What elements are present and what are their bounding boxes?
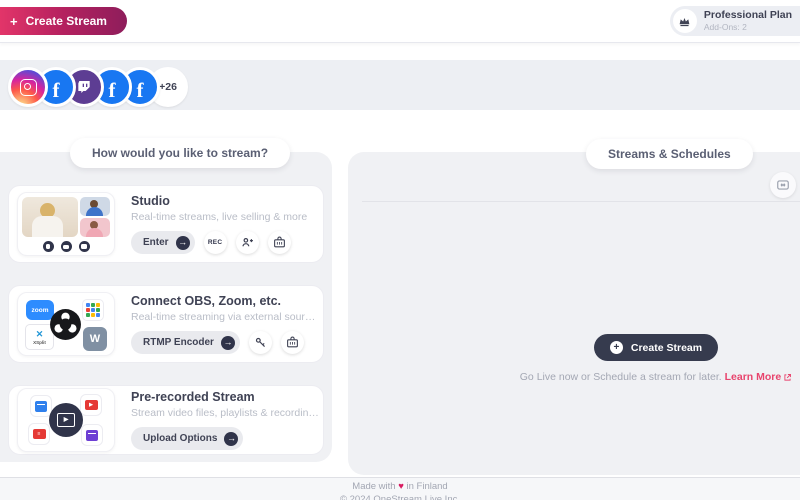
- top-bar: + Create Stream Professional Plan Add-On…: [0, 0, 800, 43]
- enter-studio-button[interactable]: Enter →: [131, 231, 195, 255]
- prerecorded-card[interactable]: ▶ ≡ ▶ Pre-recorded Stream Stream video f…: [8, 385, 324, 455]
- create-stream-button-main[interactable]: + Create Stream: [593, 334, 719, 361]
- plan-addons: Add-Ons: 2: [703, 21, 747, 32]
- connected-accounts: f f f +26: [8, 67, 188, 107]
- social-accounts-band: f f f +26: [0, 60, 800, 110]
- plan-badge[interactable]: Professional Plan Add-Ons: 2: [669, 6, 800, 36]
- rtmp-encoder-button[interactable]: RTMP Encoder →: [131, 331, 240, 355]
- person-add-icon: [241, 238, 253, 247]
- recordings-button[interactable]: REC: [203, 231, 227, 255]
- expand-icon: [777, 180, 789, 190]
- studio-card[interactable]: Studio Real-time streams, live selling &…: [8, 185, 324, 263]
- schedule-encoder-button[interactable]: [280, 331, 304, 355]
- app-grid-icon: [82, 299, 104, 321]
- create-stream-label: Create Stream: [25, 14, 107, 28]
- external-link-icon: [783, 373, 792, 385]
- calendar-purple-icon: [81, 424, 103, 446]
- invite-guest-button[interactable]: [235, 231, 259, 255]
- streams-table-divider: [362, 201, 800, 202]
- studio-subtitle: Real-time streams, live selling & more: [131, 211, 308, 224]
- onestream-dashboard: + Create Stream Professional Plan Add-On…: [0, 0, 800, 500]
- calendar-view-toggle-button[interactable]: [770, 172, 796, 198]
- studio-thumbnail: [17, 192, 115, 256]
- screen-share-icon: [78, 241, 90, 252]
- empty-state-helper: Go Live now or Schedule a stream for lat…: [348, 371, 800, 385]
- plus-circle-icon: +: [609, 341, 623, 354]
- mic-icon: [42, 241, 54, 252]
- studio-title: Studio: [131, 193, 170, 208]
- obs-logo: [49, 308, 82, 346]
- schedule-icon: [287, 336, 298, 348]
- footer-copyright: © 2024 OneStream Live Inc.: [339, 494, 460, 500]
- plan-title: Professional Plan: [703, 9, 792, 22]
- camera-icon: [60, 241, 72, 252]
- arrow-right-circle-icon: →: [224, 431, 239, 446]
- instagram-icon[interactable]: [8, 67, 48, 107]
- arrow-right-circle-icon: →: [175, 235, 190, 250]
- encoder-logos-thumbnail: zoom ✕ XSplit W: [17, 292, 115, 356]
- film-icon: ▶: [49, 403, 83, 437]
- key-icon: [255, 338, 265, 348]
- footer-made-with: Made with ♥ in Finland: [352, 481, 448, 492]
- learn-more-link[interactable]: Learn More: [725, 371, 793, 383]
- encoder-subtitle: Real-time streaming via external sour…: [131, 311, 316, 324]
- crown-icon: [672, 9, 697, 33]
- calendar-blue-icon: [30, 395, 52, 417]
- prerecorded-title: Pre-recorded Stream: [131, 389, 255, 404]
- playlist-icon: ≡: [28, 423, 50, 445]
- encoder-title: Connect OBS, Zoom, etc.: [131, 293, 282, 308]
- right-panel-header: Streams & Schedules: [586, 139, 753, 169]
- wirecast-logo: W: [83, 327, 107, 351]
- upload-options-button[interactable]: Upload Options →: [131, 427, 244, 451]
- arrow-right-circle-icon: →: [220, 335, 235, 350]
- left-panel-header: How would you like to stream?: [70, 138, 291, 168]
- prerecorded-thumbnail: ▶ ≡ ▶: [17, 388, 115, 452]
- stream-key-button[interactable]: [248, 331, 272, 355]
- schedule-studio-button[interactable]: [267, 231, 291, 255]
- prerecorded-subtitle: Stream video files, playlists & recordin…: [131, 407, 319, 420]
- create-stream-button-top[interactable]: + Create Stream: [0, 7, 127, 35]
- plus-icon: +: [10, 13, 18, 29]
- video-red-icon: ▶: [80, 394, 102, 416]
- footer: Made with ♥ in Finland © 2024 OneStream …: [0, 477, 800, 500]
- external-encoder-card[interactable]: zoom ✕ XSplit W Connect OBS, Zoom, etc. …: [8, 285, 324, 363]
- heart-icon: ♥: [398, 481, 404, 492]
- schedule-icon: [273, 236, 285, 248]
